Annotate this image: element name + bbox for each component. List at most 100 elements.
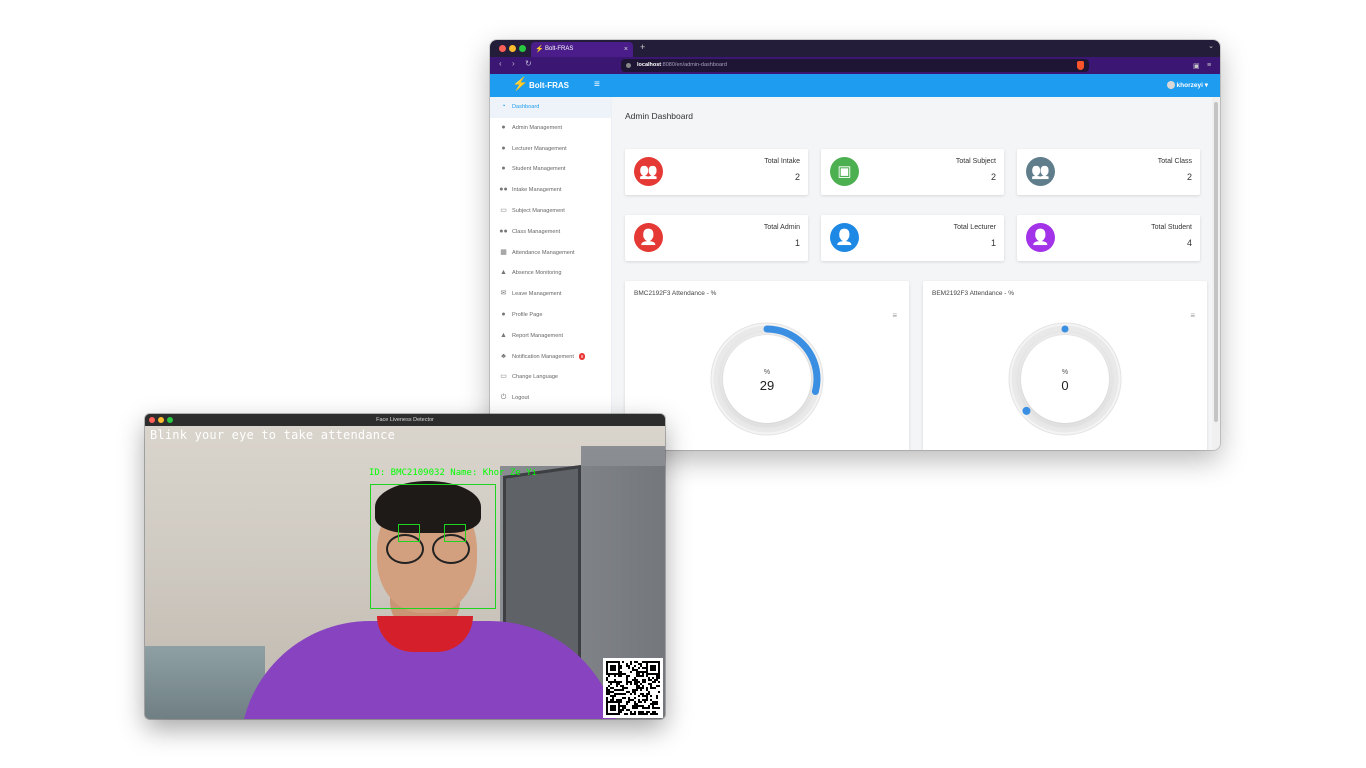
qr-module	[656, 713, 658, 715]
qr-module	[642, 693, 644, 695]
qr-module	[614, 689, 616, 691]
chalkboard-icon: ▣	[830, 157, 859, 186]
sidebar-item-admin-management[interactable]: ● Admin Management	[490, 118, 611, 139]
url-host: localhost	[637, 62, 662, 68]
sidebar-item-leave-management[interactable]: ✉ Leave Management	[490, 284, 611, 305]
qr-module	[644, 671, 646, 673]
qr-module	[634, 707, 636, 709]
maximize-window-button[interactable]	[167, 417, 173, 423]
browser-menu-icon[interactable]: ≡	[1207, 62, 1211, 69]
qr-module	[632, 669, 634, 671]
qr-module	[636, 705, 638, 707]
forward-icon[interactable]: ›	[512, 59, 515, 68]
qr-module	[634, 681, 636, 683]
qr-module	[634, 679, 636, 681]
browser-tab[interactable]: ⚡ Bolt-FRAS ×	[531, 42, 633, 57]
qr-module	[612, 695, 614, 697]
brave-shields-icon[interactable]	[1077, 61, 1084, 70]
qr-module	[626, 665, 628, 667]
qr-module	[620, 705, 622, 707]
qr-module	[632, 691, 634, 693]
qr-module	[648, 711, 650, 713]
chevron-down-icon: ▾	[1204, 82, 1208, 89]
qr-module	[634, 693, 636, 695]
sidebar-item-lecturer-management[interactable]: ● Lecturer Management	[490, 139, 611, 160]
qr-module	[628, 667, 630, 669]
qr-module	[626, 691, 628, 693]
qr-module	[642, 687, 644, 689]
tab-list-chevron-icon[interactable]: ⌄	[1208, 42, 1214, 50]
back-icon[interactable]: ‹	[499, 59, 502, 68]
qr-module	[626, 663, 628, 665]
sidebar-item-dashboard[interactable]: ◔ Dashboard	[490, 97, 611, 118]
qr-module	[626, 681, 628, 683]
maximize-window-button[interactable]	[519, 45, 526, 52]
language-icon: ▭	[500, 373, 507, 381]
qr-module	[628, 699, 630, 701]
qr-module	[608, 689, 610, 691]
minimize-window-button[interactable]	[509, 45, 516, 52]
qr-module	[644, 695, 646, 697]
qr-module	[636, 669, 638, 671]
qr-module	[654, 687, 656, 689]
qr-module	[622, 693, 624, 695]
qr-module	[642, 711, 644, 713]
qr-module	[658, 677, 660, 679]
page-title: Admin Dashboard	[625, 111, 694, 121]
new-tab-button[interactable]: +	[640, 42, 645, 52]
qr-module	[640, 705, 642, 707]
tab-close-icon[interactable]: ×	[624, 42, 628, 57]
sidebar-item-report-management[interactable]: ▲ Report Management	[490, 326, 611, 347]
qr-module	[642, 685, 644, 687]
qr-module	[628, 701, 630, 703]
sidebar-item-intake-management[interactable]: ●● Intake Management	[490, 180, 611, 201]
qr-module	[620, 699, 622, 701]
sidebar-item-student-management[interactable]: ● Student Management	[490, 159, 611, 180]
qr-module	[620, 701, 622, 703]
reload-icon[interactable]: ↻	[525, 59, 532, 68]
sidebar-item-attendance-management[interactable]: ▦ Attendance Management	[490, 243, 611, 264]
address-bar[interactable]: localhost:8080/en/admin-dashboard	[621, 59, 1089, 72]
sidebar-item-change-language[interactable]: ▭ Change Language	[490, 367, 611, 388]
qr-module	[630, 693, 632, 695]
chalkboard-icon: ▭	[500, 206, 507, 214]
sidebar-item-notification-management[interactable]: ♣ Notification Management 8	[490, 347, 611, 368]
qr-module	[636, 671, 638, 673]
qr-module	[646, 687, 648, 689]
qr-module	[640, 693, 642, 695]
notification-count-badge: 8	[578, 352, 586, 360]
sidebar-item-subject-management[interactable]: ▭ Subject Management	[490, 201, 611, 222]
wallet-icon[interactable]: ▣	[1193, 62, 1200, 70]
gauge-svg: % 29	[710, 322, 824, 436]
qr-module	[654, 681, 656, 683]
tab-strip: ⚡ Bolt-FRAS × + ⌄	[490, 40, 1220, 57]
qr-module	[630, 711, 632, 713]
close-window-button[interactable]	[149, 417, 155, 423]
qr-module	[648, 679, 650, 681]
sidebar-item-absence-monitoring[interactable]: ▲ Absence Monitoring	[490, 263, 611, 284]
qr-module	[646, 693, 648, 695]
qr-module	[642, 707, 644, 709]
qr-module	[624, 713, 626, 715]
qr-module	[630, 661, 632, 663]
sidebar-item-logout[interactable]: ⏻ Logout	[490, 388, 611, 409]
sidebar-item-class-management[interactable]: ●● Class Management	[490, 222, 611, 243]
qr-module	[642, 681, 644, 683]
qr-module	[638, 671, 640, 673]
qr-module	[636, 689, 638, 691]
close-window-button[interactable]	[499, 45, 506, 52]
minimize-window-button[interactable]	[158, 417, 164, 423]
qr-module	[634, 665, 636, 667]
site-info-icon[interactable]	[626, 63, 631, 68]
scrollbar-thumb[interactable]	[1214, 102, 1218, 422]
qr-module	[640, 683, 642, 685]
page-scrollbar[interactable]	[1212, 97, 1220, 450]
qr-module	[636, 679, 638, 681]
qr-module	[626, 701, 628, 703]
user-menu[interactable]: khorzeyi ▾	[1166, 81, 1208, 90]
qr-module	[622, 709, 624, 711]
qr-module	[644, 713, 646, 715]
hamburger-menu-icon[interactable]: ≡	[594, 79, 600, 90]
qr-module	[620, 681, 622, 683]
sidebar-item-profile-page[interactable]: ● Profile Page	[490, 305, 611, 326]
